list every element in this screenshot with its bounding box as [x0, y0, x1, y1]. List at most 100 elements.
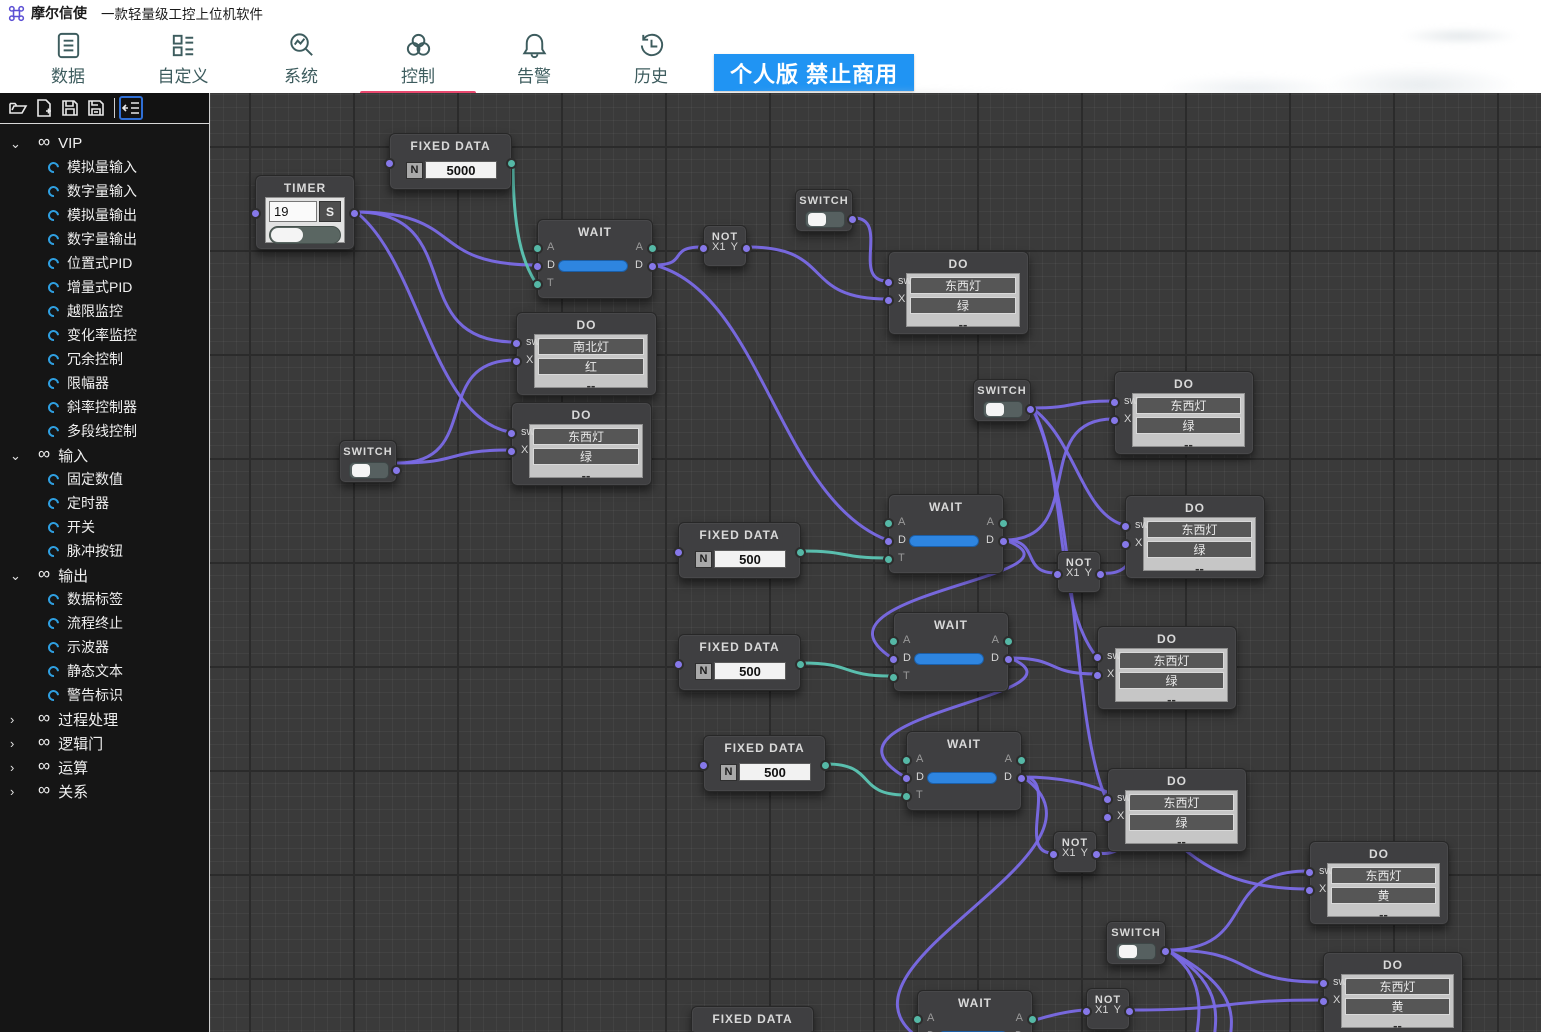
tree-item-数字量输出[interactable]: 数字量输出 [0, 227, 209, 251]
tree-item-模拟量输出[interactable]: 模拟量输出 [0, 203, 209, 227]
port-in[interactable] [698, 243, 709, 254]
port-D[interactable] [532, 261, 543, 272]
port-T[interactable] [888, 672, 899, 683]
node-fixed-fd1[interactable]: FIXED DATAN5000 [389, 133, 512, 190]
tab-6[interactable]: 历史 [591, 28, 711, 92]
save-as-icon[interactable] [84, 96, 108, 120]
node-not-not3[interactable]: NOTX1Y [1053, 831, 1097, 873]
node-not-not1[interactable]: NOTX1Y [703, 225, 747, 267]
port-A[interactable] [912, 1014, 923, 1025]
port-in[interactable] [698, 760, 709, 771]
switch-toggle[interactable] [1116, 943, 1156, 960]
port-T[interactable] [532, 279, 543, 290]
tree-item-多段线控制[interactable]: 多段线控制 [0, 419, 209, 443]
tab-4[interactable]: 控制 [358, 28, 478, 92]
tab-2[interactable]: 自定义 [123, 28, 243, 92]
port-X[interactable] [883, 295, 894, 306]
port-in[interactable] [1081, 1006, 1092, 1017]
tree-item-静态文本[interactable]: 静态文本 [0, 659, 209, 683]
tree-item-变化率监控[interactable]: 变化率监控 [0, 323, 209, 347]
fixed-data-value[interactable]: 500 [739, 763, 811, 781]
node-wait-wait5[interactable]: WAITADTAD [917, 990, 1033, 1032]
port-out[interactable] [391, 465, 402, 476]
port-out[interactable] [741, 243, 752, 254]
timer-value-field[interactable]: 19 [269, 201, 317, 222]
port-out[interactable] [1095, 569, 1106, 580]
node-switch-sw2[interactable]: SWITCH [339, 440, 397, 483]
tree-item-数字量输入[interactable]: 数字量输入 [0, 179, 209, 203]
port-out[interactable] [1025, 404, 1036, 415]
node-switch-sw1[interactable]: SWITCH [795, 189, 853, 232]
port-T[interactable] [883, 554, 894, 565]
tab-5[interactable]: 告警 [474, 28, 594, 92]
node-do-do5[interactable]: DO东西灯绿--swX [1125, 495, 1265, 579]
tree-item-开关[interactable]: 开关 [0, 515, 209, 539]
node-switch-sw4[interactable]: SWITCH [1106, 921, 1166, 965]
port-D[interactable] [1003, 654, 1014, 665]
tree-item-脉冲按钮[interactable]: 脉冲按钮 [0, 539, 209, 563]
port-D[interactable] [888, 654, 899, 665]
port-out[interactable] [1124, 1006, 1135, 1017]
tree-item-增量式PID[interactable]: 增量式PID [0, 275, 209, 299]
port-D[interactable] [647, 261, 658, 272]
node-fixed-fd3[interactable]: FIXED DATAN500 [678, 634, 801, 691]
tree-item-定时器[interactable]: 定时器 [0, 491, 209, 515]
port-X[interactable] [506, 446, 517, 457]
tree-item-越限监控[interactable]: 越限监控 [0, 299, 209, 323]
node-do-do2[interactable]: DO南北灯红--swX [516, 312, 657, 396]
port-A[interactable] [1027, 1014, 1038, 1025]
port-out[interactable] [795, 547, 806, 558]
port-D[interactable] [998, 536, 1009, 547]
port-in[interactable] [673, 547, 684, 558]
node-wait-wait3[interactable]: WAITADTAD [893, 612, 1009, 692]
port-out[interactable] [847, 214, 858, 225]
save-icon[interactable] [58, 96, 82, 120]
port-sw[interactable] [883, 277, 894, 288]
port-A[interactable] [901, 755, 912, 766]
fixed-data-value[interactable]: 5000 [425, 161, 497, 179]
port-X[interactable] [1304, 885, 1315, 896]
node-timer-timer1[interactable]: TIMER19S [255, 175, 355, 250]
node-fixed-fd5[interactable]: FIXED DATAN [691, 1006, 814, 1032]
node-not-not4[interactable]: NOTX1Y [1086, 988, 1130, 1030]
switch-toggle[interactable] [349, 462, 389, 479]
node-fixed-fd4[interactable]: FIXED DATAN500 [703, 735, 826, 792]
port-out[interactable] [1160, 946, 1171, 957]
port-out[interactable] [795, 659, 806, 670]
node-not-not2[interactable]: NOTX1Y [1057, 551, 1101, 593]
node-do-do1[interactable]: DO东西灯绿--swX [888, 251, 1029, 335]
file-new-icon[interactable] [32, 96, 56, 120]
port-in[interactable] [250, 208, 261, 219]
port-sw[interactable] [511, 338, 522, 349]
port-sw[interactable] [1092, 652, 1103, 663]
port-sw[interactable] [1102, 794, 1113, 805]
tree-group-关系[interactable]: ›∞关系 [0, 779, 209, 803]
port-out[interactable] [506, 158, 517, 169]
tree-group-过程处理[interactable]: ›∞过程处理 [0, 707, 209, 731]
node-do-do4[interactable]: DO东西灯绿--swX [1114, 371, 1254, 455]
port-X[interactable] [1318, 996, 1329, 1007]
tree-item-示波器[interactable]: 示波器 [0, 635, 209, 659]
node-wait-wait2[interactable]: WAITADTAD [888, 494, 1004, 574]
node-do-do3[interactable]: DO东西灯绿--swX [511, 402, 652, 486]
node-do-do8[interactable]: DO东西灯黄--swX [1309, 841, 1449, 925]
port-A[interactable] [1003, 636, 1014, 647]
tree-group-输入[interactable]: ⌄∞输入 [0, 443, 209, 467]
tree-item-位置式PID[interactable]: 位置式PID [0, 251, 209, 275]
folder-open-icon[interactable] [6, 96, 30, 120]
switch-toggle[interactable] [983, 401, 1023, 418]
fixed-data-value[interactable]: 500 [714, 662, 786, 680]
port-sw[interactable] [1109, 397, 1120, 408]
port-sw[interactable] [506, 428, 517, 439]
tree-item-警告标识[interactable]: 警告标识 [0, 683, 209, 707]
port-D[interactable] [901, 773, 912, 784]
port-X[interactable] [1120, 539, 1131, 550]
node-fixed-fd2[interactable]: FIXED DATAN500 [678, 522, 801, 579]
port-X[interactable] [1102, 812, 1113, 823]
node-do-do9[interactable]: DO东西灯黄--swX [1323, 952, 1463, 1032]
port-D[interactable] [1016, 773, 1027, 784]
port-D[interactable] [883, 536, 894, 547]
port-X[interactable] [1109, 415, 1120, 426]
port-out[interactable] [820, 760, 831, 771]
tab-3[interactable]: 系统 [241, 28, 361, 92]
